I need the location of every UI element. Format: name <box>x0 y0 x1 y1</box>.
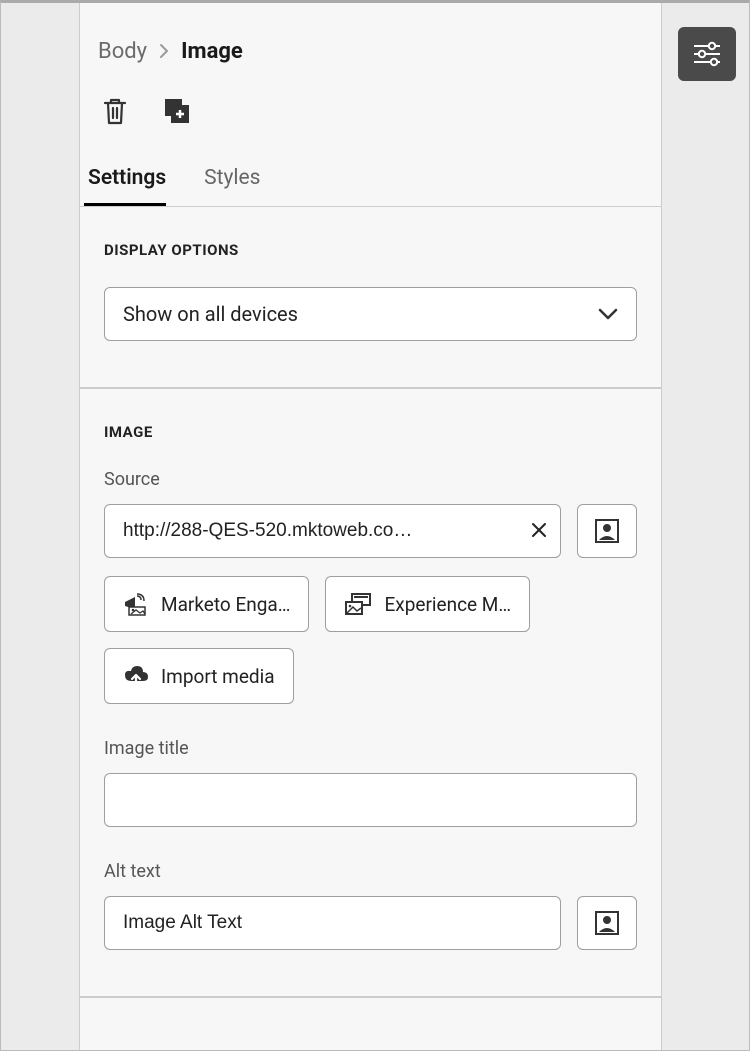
duplicate-icon <box>162 96 192 126</box>
personalization-source-button[interactable] <box>577 504 637 558</box>
tab-styles[interactable]: Styles <box>200 166 260 206</box>
close-icon <box>531 522 547 538</box>
breadcrumb: Body Image <box>80 3 661 64</box>
clear-source-button[interactable] <box>531 518 547 544</box>
breadcrumb-current: Image <box>181 39 243 64</box>
tabs: Settings Styles <box>80 128 661 207</box>
panel-toggle-button[interactable] <box>678 27 736 81</box>
screens-icon <box>344 592 372 616</box>
person-frame-icon <box>594 910 620 936</box>
sliders-icon <box>692 41 722 67</box>
display-options-select[interactable]: Show on all devices <box>104 287 637 341</box>
properties-panel: Body Image Settings <box>79 3 662 1050</box>
marketo-assets-label: Marketo Enga… <box>161 593 290 616</box>
trash-icon <box>102 96 128 126</box>
next-section-preview <box>80 997 661 1023</box>
marketo-assets-button[interactable]: Marketo Enga… <box>104 576 309 632</box>
duplicate-button[interactable] <box>160 94 194 128</box>
image-section-label: IMAGE <box>104 423 637 441</box>
breadcrumb-parent[interactable]: Body <box>98 39 147 64</box>
chevron-right-icon <box>159 40 169 64</box>
import-media-button[interactable]: Import media <box>104 648 294 704</box>
cloud-upload-icon <box>123 664 149 688</box>
display-options-label: DISPLAY OPTIONS <box>104 241 637 259</box>
image-title-input[interactable] <box>104 773 637 827</box>
tab-settings[interactable]: Settings <box>84 166 166 206</box>
display-options-section: DISPLAY OPTIONS Show on all devices <box>80 207 661 388</box>
person-frame-icon <box>594 518 620 544</box>
source-label: Source <box>104 469 637 490</box>
import-media-label: Import media <box>161 665 275 688</box>
alt-text-label: Alt text <box>104 861 637 882</box>
image-section: IMAGE Source <box>80 388 661 997</box>
image-title-label: Image title <box>104 738 637 759</box>
source-input[interactable] <box>104 504 561 558</box>
personalization-alt-button[interactable] <box>577 896 637 950</box>
megaphone-image-icon <box>123 592 149 616</box>
experience-manager-button[interactable]: Experience M… <box>325 576 530 632</box>
alt-text-input[interactable] <box>104 896 561 950</box>
experience-manager-label: Experience M… <box>384 593 511 616</box>
display-options-value: Show on all devices <box>123 302 298 326</box>
delete-button[interactable] <box>98 94 132 128</box>
chevron-down-icon <box>598 308 618 320</box>
